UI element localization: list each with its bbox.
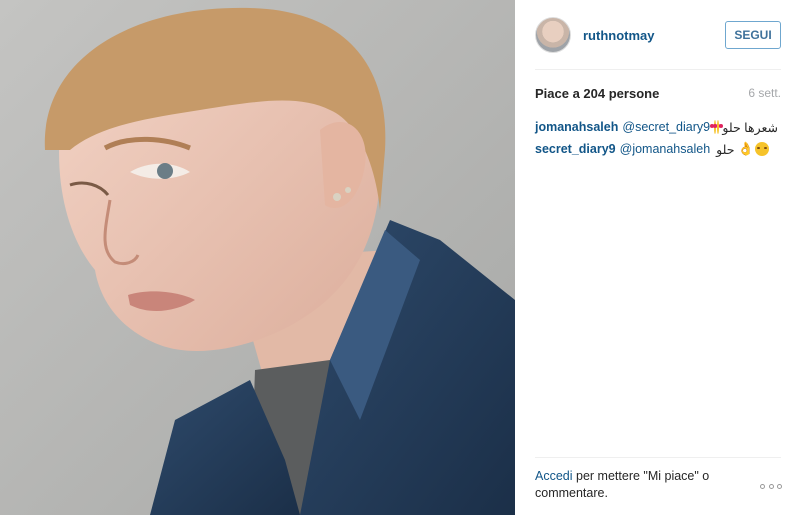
likes-count[interactable]: Piace a 204 persone	[535, 86, 659, 101]
comment-username[interactable]: jomanahsaleh	[535, 120, 618, 134]
post-header: ruthnotmay SEGUI	[535, 14, 781, 56]
header-divider	[535, 69, 781, 70]
username-link[interactable]: ruthnotmay	[583, 28, 725, 43]
portrait-photo-icon	[0, 0, 515, 515]
heart-eyes-emoji-icon	[713, 120, 724, 134]
comment-mention[interactable]: @jomanahsaleh	[620, 142, 711, 156]
login-prompt: Accedi per mettere "Mi piace" o commenta…	[535, 468, 781, 502]
post-photo[interactable]	[0, 0, 515, 515]
more-options-icon[interactable]	[760, 484, 782, 490]
comment-text: حلو	[716, 142, 735, 157]
follow-button[interactable]: SEGUI	[725, 21, 781, 49]
comment-text: شعرها حلو	[722, 120, 778, 135]
post-details-panel: ruthnotmay SEGUI Piace a 204 persone 6 s…	[515, 0, 800, 515]
comment-username[interactable]: secret_diary9	[535, 142, 616, 156]
comment-mention[interactable]: @secret_diary9	[622, 120, 710, 134]
login-link[interactable]: Accedi	[535, 469, 573, 483]
post-timestamp[interactable]: 6 sett.	[748, 86, 781, 100]
footer-divider	[535, 457, 781, 458]
grin-emoji-icon	[754, 142, 769, 156]
ok-hand-emoji-icon: 👌	[737, 141, 754, 156]
likes-row: Piace a 204 persone 6 sett.	[535, 84, 781, 102]
list-item: secret_diary9 @jomanahsaleh حلو 👌	[535, 138, 781, 160]
list-item: jomanahsaleh @secret_diary9 شعرها حلو	[535, 116, 781, 138]
avatar[interactable]	[535, 17, 571, 53]
comments-list: jomanahsaleh @secret_diary9 شعرها حلو se…	[535, 116, 781, 160]
